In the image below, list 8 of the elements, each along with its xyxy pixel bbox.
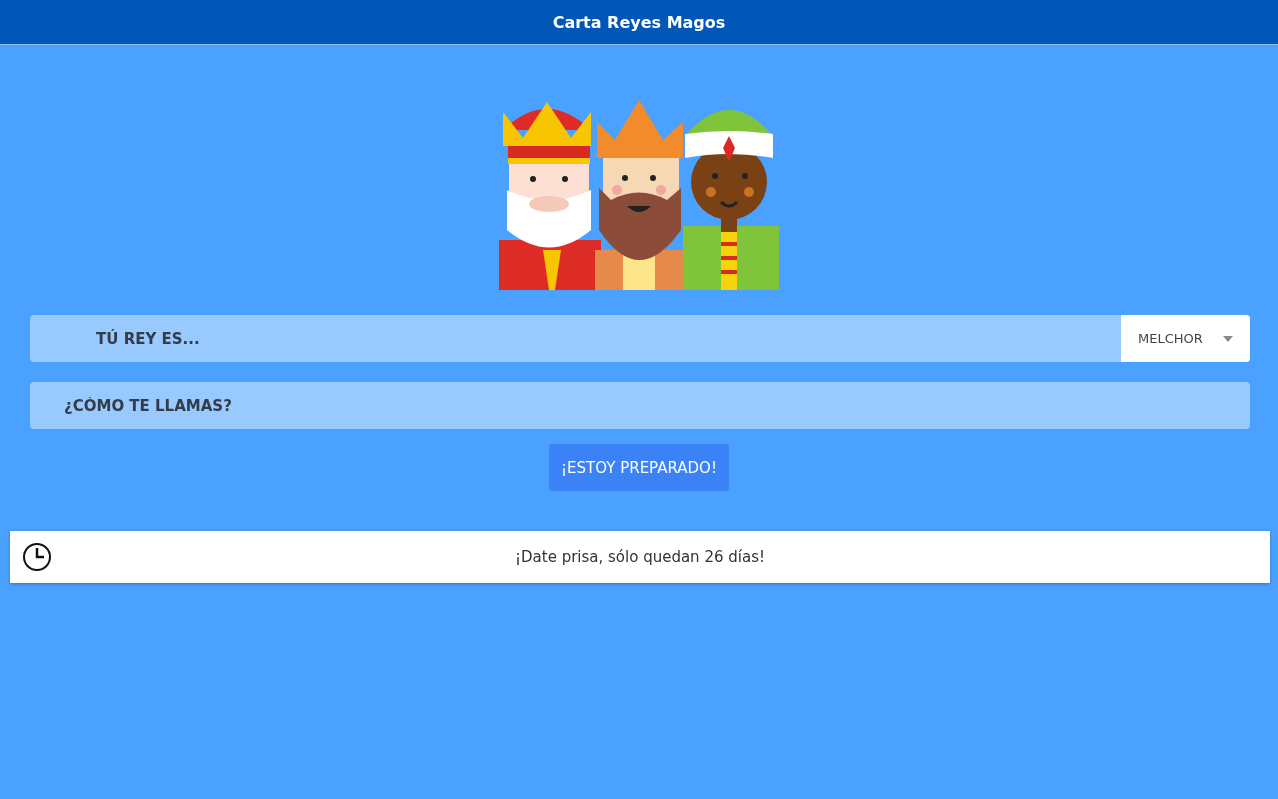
ready-button[interactable]: ¡ESTOY PREPARADO! bbox=[549, 444, 729, 491]
caret-icon bbox=[1223, 335, 1233, 342]
king-label: TÚ REY ES... bbox=[95, 329, 200, 348]
countdown-message: ¡Date prisa, sólo quedan 26 días! bbox=[514, 548, 766, 566]
header-title: Carta Reyes Magos bbox=[552, 12, 726, 32]
king-select[interactable]: MELCHOR bbox=[1121, 315, 1250, 362]
clock-icon bbox=[22, 542, 52, 572]
name-input-field[interactable]: ¿CÓMO TE LLAMAS? bbox=[30, 382, 1250, 429]
